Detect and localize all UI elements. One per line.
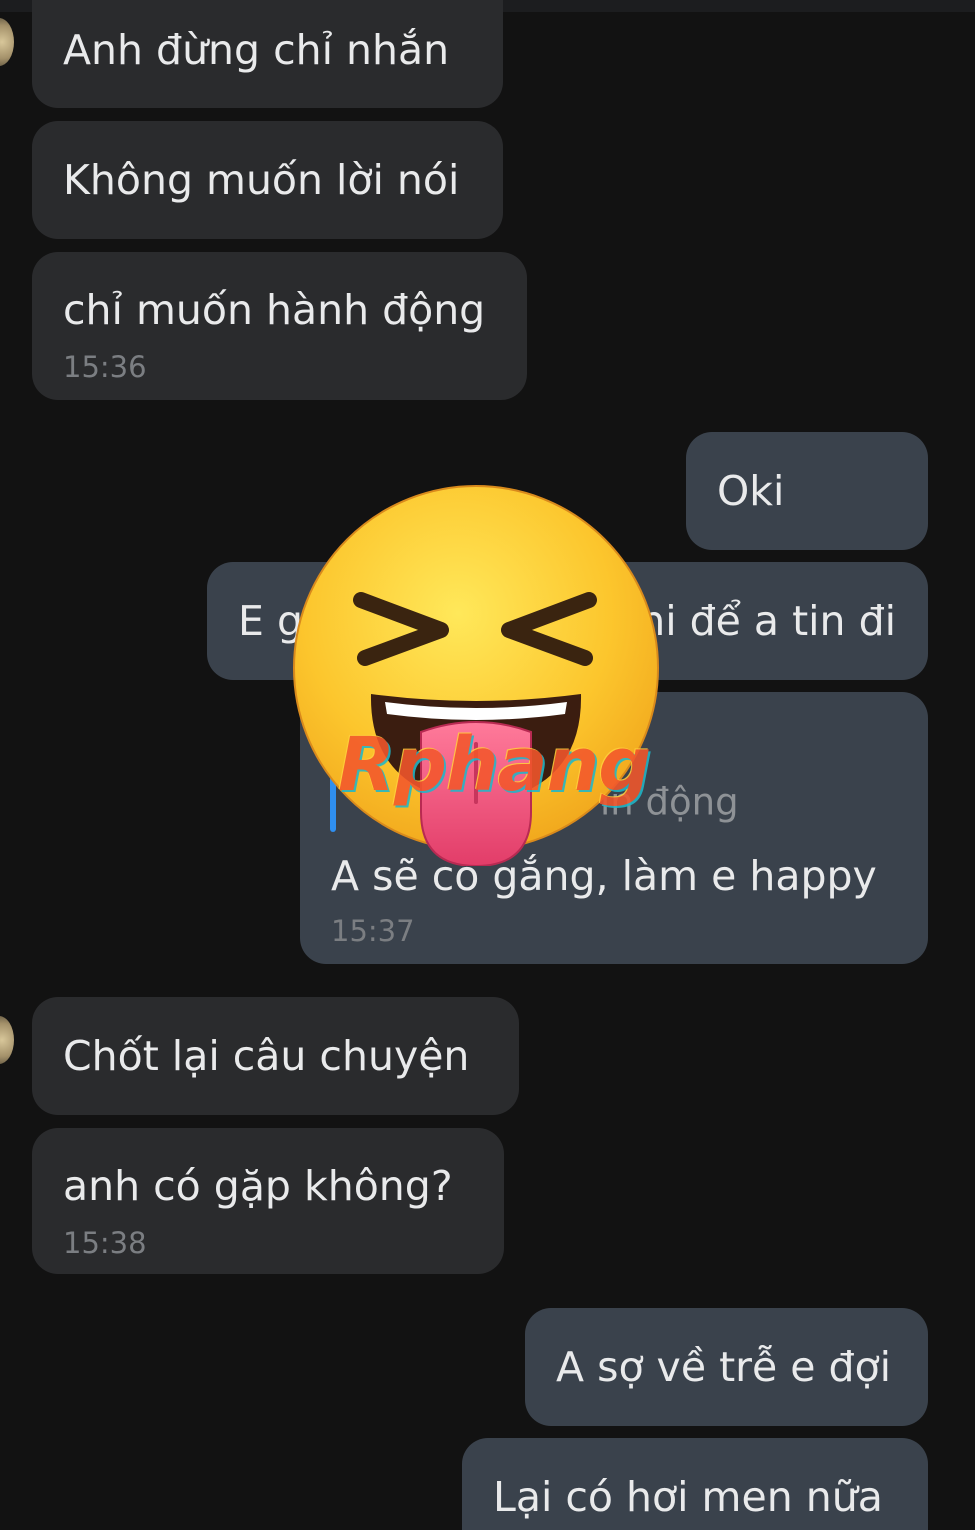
message-bubble-incoming[interactable]: anh có gặp không? 15:38 bbox=[32, 1128, 504, 1274]
sender-avatar[interactable] bbox=[0, 1016, 14, 1064]
message-bubble-outgoing[interactable]: Lại có hơi men nữa bbox=[462, 1438, 928, 1530]
message-timestamp: 15:37 bbox=[331, 914, 415, 948]
message-timestamp: 15:36 bbox=[63, 350, 147, 384]
message-text: Oki bbox=[717, 467, 785, 515]
message-text: anh có gặp không? bbox=[63, 1162, 453, 1210]
squinting-face-with-tongue-icon bbox=[293, 485, 659, 866]
sender-avatar[interactable] bbox=[0, 18, 14, 66]
message-text: A sợ về trễ e đợi bbox=[556, 1343, 892, 1391]
message-bubble-incoming[interactable]: Chốt lại câu chuyện bbox=[32, 997, 519, 1115]
watermark-logo: Rphang bbox=[338, 722, 651, 808]
message-text: Không muốn lời nói bbox=[63, 156, 460, 204]
message-text: Anh đừng chỉ nhắn bbox=[63, 26, 450, 74]
message-text: Chốt lại câu chuyện bbox=[63, 1032, 470, 1080]
message-bubble-incoming[interactable]: Không muốn lời nói bbox=[32, 121, 503, 239]
message-bubble-outgoing[interactable]: A sợ về trễ e đợi bbox=[525, 1308, 928, 1426]
message-timestamp: 15:38 bbox=[63, 1226, 147, 1260]
message-bubble-incoming[interactable]: Anh đừng chỉ nhắn bbox=[32, 0, 503, 108]
message-bubble-incoming[interactable]: chỉ muốn hành động 15:36 bbox=[32, 252, 527, 400]
message-text-right: ni để a tin đi bbox=[639, 597, 896, 645]
message-text: Lại có hơi men nữa bbox=[493, 1473, 883, 1521]
message-text: chỉ muốn hành động bbox=[63, 286, 486, 334]
message-bubble-outgoing[interactable]: Oki bbox=[686, 432, 928, 550]
